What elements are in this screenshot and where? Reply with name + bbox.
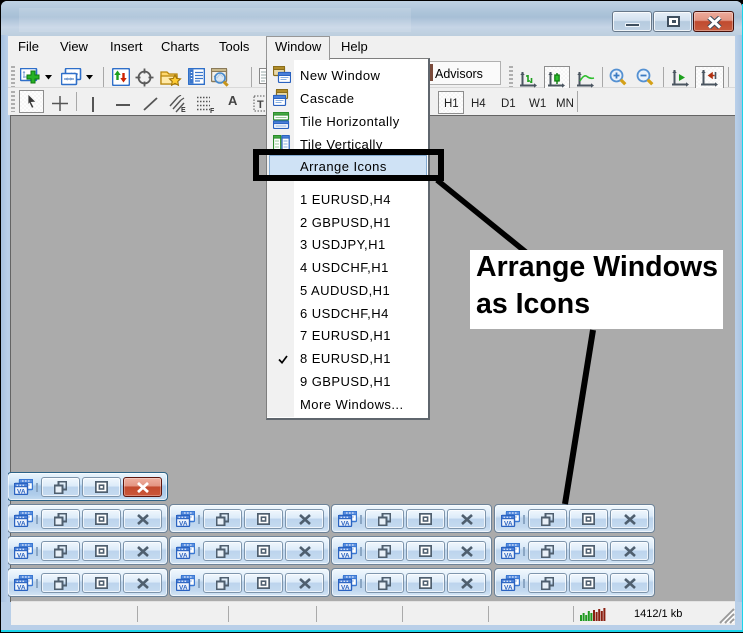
svg-text:E: E	[181, 107, 186, 113]
svg-text:F: F	[210, 108, 215, 113]
svg-text:T: T	[257, 99, 264, 111]
